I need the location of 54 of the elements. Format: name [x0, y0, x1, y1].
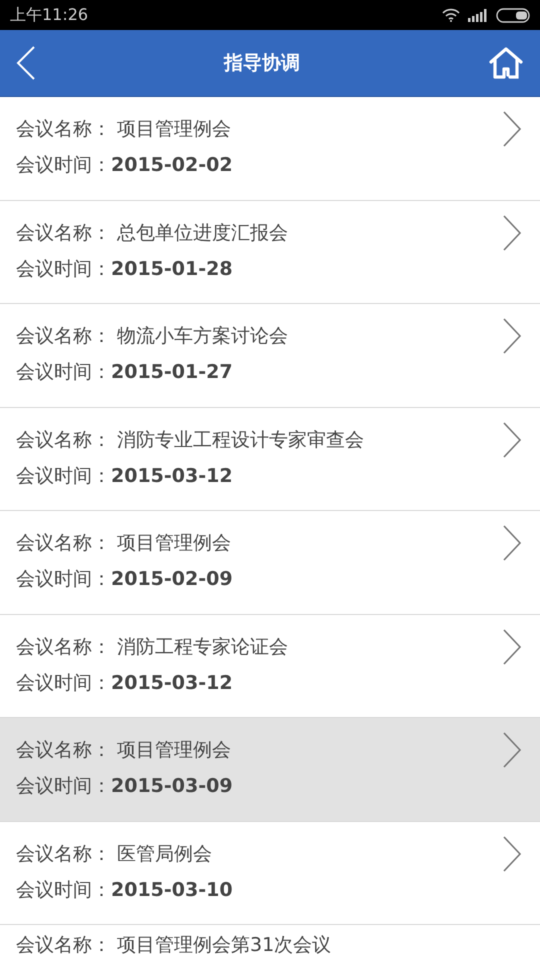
- home-icon[interactable]: [488, 47, 524, 79]
- meeting-name-label: 会议名称：: [16, 933, 111, 958]
- meeting-name-value: 物流小车方案讨论会: [117, 324, 288, 349]
- meeting-date-value: 2015-03-09: [111, 774, 233, 799]
- meeting-date-label: 会议时间：: [16, 256, 111, 282]
- meeting-date-value: 2015-01-27: [111, 360, 233, 385]
- page-title: 指导协调: [224, 50, 300, 76]
- meeting-name-label: 会议名称：: [16, 117, 111, 142]
- meeting-name-value: 消防专业工程设计专家审查会: [117, 428, 364, 452]
- meeting-name-value: 项目管理例会: [117, 531, 231, 556]
- meeting-list-item[interactable]: 会议名称： 项目管理例会 会议时间：2015-03-09: [0, 718, 540, 822]
- chevron-icon: [502, 422, 522, 458]
- meeting-name-value: 项目管理例会第31次会议: [117, 933, 332, 958]
- meeting-date-value: 2015-03-10: [111, 878, 233, 902]
- meeting-date-label: 会议时间：: [16, 360, 111, 385]
- meeting-name-value: 总包单位进度汇报会: [117, 220, 288, 246]
- meeting-list-item[interactable]: 会议名称： 消防专业工程设计专家审查会 会议时间：2015-03-12: [0, 408, 540, 511]
- meeting-name-value: 项目管理例会: [117, 738, 231, 763]
- meeting-name-value: 消防工程专家论证会: [117, 634, 288, 660]
- meeting-date-value: 2015-02-02: [111, 153, 233, 178]
- meeting-name-label: 会议名称：: [16, 634, 111, 660]
- chevron-icon: [502, 214, 522, 250]
- chevron-icon: [502, 628, 522, 664]
- meeting-date-label: 会议时间：: [16, 774, 111, 799]
- wifi-icon: [442, 8, 460, 22]
- meeting-name-label: 会议名称：: [16, 738, 111, 763]
- meeting-name-label: 会议名称：: [16, 324, 111, 349]
- chevron-icon: [502, 525, 522, 561]
- signal-icon: [468, 8, 488, 22]
- chevron-icon: [502, 111, 522, 147]
- chevron-icon: [502, 836, 522, 872]
- meeting-date-value: 2015-01-28: [111, 256, 233, 282]
- meeting-name-label: 会议名称：: [16, 531, 111, 556]
- meeting-name-value: 项目管理例会: [117, 117, 231, 142]
- meeting-list-item[interactable]: 会议名称： 医管局例会 会议时间：2015-03-10: [0, 822, 540, 925]
- meeting-date-label: 会议时间：: [16, 153, 111, 178]
- meeting-name-value: 医管局例会: [117, 842, 212, 866]
- meeting-name-label: 会议名称：: [16, 220, 111, 246]
- meeting-name-label: 会议名称：: [16, 842, 111, 866]
- meeting-date-value: 2015-03-12: [111, 464, 233, 488]
- meeting-name-label: 会议名称：: [16, 428, 111, 452]
- meeting-list-item[interactable]: 会议名称： 消防工程专家论证会 会议时间：2015-03-12: [0, 614, 540, 718]
- meeting-date-value: 2015-03-12: [111, 670, 233, 696]
- status-time: 上午11:26: [10, 4, 88, 26]
- chevron-icon: [502, 732, 522, 768]
- battery-icon: [496, 8, 530, 22]
- meeting-date-label: 会议时间：: [16, 567, 111, 592]
- back-icon[interactable]: [16, 46, 36, 80]
- meeting-date-value: 2015-02-09: [111, 567, 233, 592]
- meeting-list-item[interactable]: 会议名称： 总包单位进度汇报会 会议时间：2015-01-28: [0, 200, 540, 304]
- meeting-date-label: 会议时间：: [16, 464, 111, 488]
- meeting-date-label: 会议时间：: [16, 878, 111, 902]
- chevron-icon: [502, 318, 522, 354]
- meeting-date-label: 会议时间：: [16, 670, 111, 696]
